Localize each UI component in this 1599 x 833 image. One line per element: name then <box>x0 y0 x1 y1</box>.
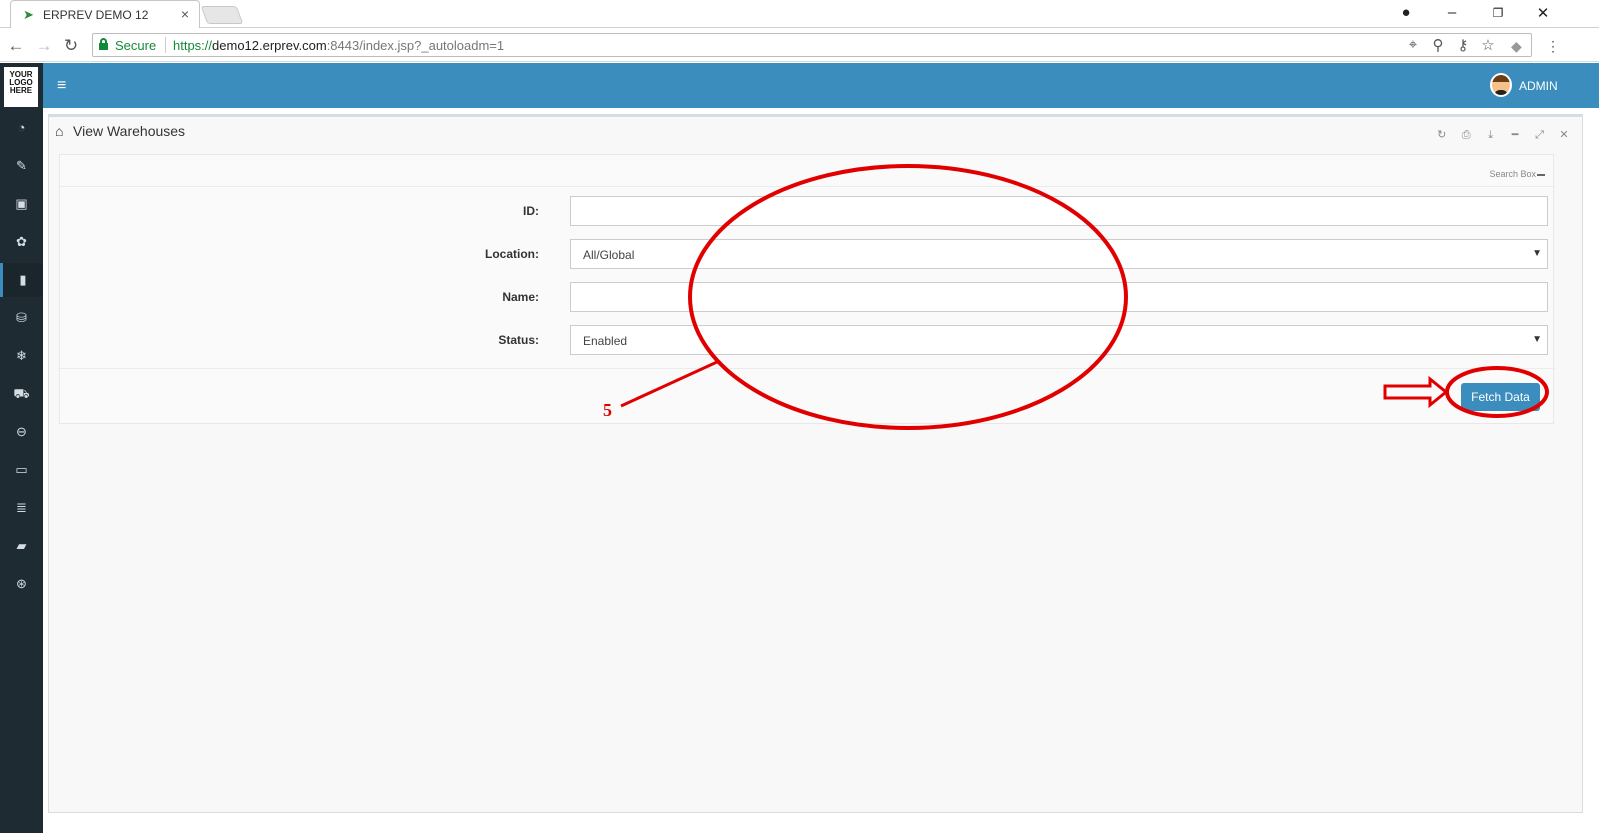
expand-icon[interactable]: ⤢ <box>1530 129 1550 142</box>
location-icon[interactable]: ⌖ <box>1404 36 1422 53</box>
app-header: ≡ ADMIN <box>43 63 1599 108</box>
location-select[interactable]: All/Global ▼ <box>570 239 1548 269</box>
download-icon[interactable]: ⤓ <box>1481 129 1501 142</box>
fetch-data-button[interactable]: Fetch Data <box>1461 383 1540 411</box>
sidebar-item-pos[interactable]: ▭ <box>0 453 43 487</box>
sidebar-item-reports[interactable]: ▰ <box>0 529 43 563</box>
menu-dots-icon[interactable]: ⋮ <box>1546 38 1560 55</box>
cubes-icon: ✿ <box>16 234 27 249</box>
bookmark-star-icon[interactable]: ☆ <box>1479 36 1497 54</box>
minimize-window-icon[interactable]: – <box>1442 4 1462 21</box>
extension-icon[interactable]: ◆ <box>1511 38 1522 55</box>
document-icon: ▮ <box>19 272 27 287</box>
name-label: Name: <box>502 290 539 304</box>
app-sidebar: YOUR LOGO HERE ◔ ✎ ▣ ✿ ▮ ⛁ ❄ ⛟ ⊖ ▭ ≣ ▰ ⊛ <box>0 63 43 833</box>
avatar[interactable] <box>1490 73 1512 97</box>
book-icon: ▰ <box>16 538 27 553</box>
chevron-down-icon: ▼ <box>1532 248 1542 259</box>
circle-icon: ⊖ <box>16 424 27 439</box>
address-divider <box>165 37 166 53</box>
key-icon[interactable]: ⚷ <box>1454 36 1472 54</box>
status-select[interactable]: Enabled ▼ <box>570 325 1548 355</box>
minimize-icon[interactable]: ━ <box>1505 128 1525 141</box>
cart-icon: ⛟ <box>13 386 30 401</box>
divider <box>60 368 1555 369</box>
company-logo[interactable]: YOUR LOGO HERE <box>4 67 38 107</box>
divider <box>60 186 1555 187</box>
location-value: All/Global <box>583 248 635 262</box>
tab-close-icon[interactable]: × <box>181 6 189 22</box>
page-title-text: View Warehouses <box>73 123 186 139</box>
address-bar[interactable]: Secure https://demo12.erprev.com:8443/in… <box>92 33 1532 57</box>
sidebar-item-finance[interactable]: ▣ <box>0 187 43 221</box>
page-title: ⌂ View Warehouses <box>55 123 185 139</box>
sidebar-item-products[interactable]: ✎ <box>0 149 43 183</box>
browser-tab-bar: ➤ ERPREV DEMO 12 × ● – ❐ ✕ <box>0 0 1599 28</box>
close-window-icon[interactable]: ✕ <box>1533 4 1553 22</box>
print-icon[interactable]: ⎙ <box>1456 129 1476 142</box>
home-icon[interactable]: ⌂ <box>55 123 70 139</box>
secure-label: Secure <box>115 38 157 53</box>
collapse-icon[interactable] <box>1537 173 1545 176</box>
location-label: Location: <box>485 247 539 261</box>
close-icon[interactable]: ✕ <box>1554 128 1574 141</box>
new-tab-button[interactable] <box>200 6 244 24</box>
menu-toggle-icon[interactable]: ≡ <box>57 77 66 95</box>
warehouses-panel: ⌂ View Warehouses ↻ ⎙ ⤓ ━ ⤢ ✕ Search Box … <box>48 114 1583 813</box>
sidebar-item-warehouses[interactable]: ▮ <box>0 263 43 297</box>
sidebar-item-waste[interactable]: ⛁ <box>0 301 43 335</box>
monitor-icon: ▭ <box>15 462 28 477</box>
sidebar-item-settings[interactable]: ❄ <box>0 339 43 373</box>
tag-icon: ✎ <box>16 158 27 173</box>
refresh-icon[interactable]: ↻ <box>1432 128 1452 141</box>
reload-icon[interactable]: ↻ <box>61 36 81 56</box>
search-box-header[interactable]: Search Box <box>1489 169 1545 179</box>
back-icon[interactable]: ← <box>6 36 26 56</box>
name-field[interactable] <box>570 282 1548 312</box>
search-box-label: Search Box <box>1489 169 1536 179</box>
url-path: :8443/index.jsp?_autoloadm=1 <box>326 38 505 53</box>
profile-icon[interactable]: ● <box>1396 4 1416 21</box>
annotation-step-number: 5 <box>603 400 612 420</box>
url-scheme: https:// <box>173 38 213 53</box>
id-label: ID: <box>523 204 539 218</box>
database-icon: ≣ <box>16 500 27 515</box>
panel-toolbar: ↻ ⎙ ⤓ ━ ⤢ ✕ <box>1432 125 1574 143</box>
search-box: Search Box ID: Location: All/Global ▼ Na… <box>59 154 1555 424</box>
zoom-icon[interactable]: ⚲ <box>1429 36 1447 54</box>
chevron-down-icon: ▼ <box>1532 334 1542 345</box>
erprev-favicon-icon: ➤ <box>23 7 34 22</box>
tab-title: ERPREV DEMO 12 <box>43 8 149 22</box>
money-icon: ▣ <box>15 196 28 211</box>
status-label: Status: <box>498 333 539 347</box>
lock-icon <box>99 38 108 50</box>
url-text[interactable]: https://demo12.erprev.com:8443/index.jsp… <box>173 38 504 53</box>
user-name[interactable]: ADMIN <box>1519 79 1558 93</box>
sidebar-item-inventory[interactable]: ✿ <box>0 225 43 259</box>
id-field[interactable] <box>570 196 1548 226</box>
url-host: demo12.erprev.com <box>212 38 327 53</box>
sidebar-item-data[interactable]: ≣ <box>0 491 43 525</box>
status-value: Enabled <box>583 334 628 348</box>
main-content: ⌂ View Warehouses ↻ ⎙ ⤓ ━ ⤢ ✕ Search Box … <box>43 108 1599 833</box>
browser-tab[interactable]: ➤ ERPREV DEMO 12 × <box>10 0 200 28</box>
logo-line-3: HERE <box>9 86 33 95</box>
sidebar-item-sales[interactable]: ⛟ <box>0 377 43 411</box>
browser-toolbar: ← → ↻ Secure https://demo12.erprev.com:8… <box>0 29 1599 62</box>
lifebuoy-icon: ⊛ <box>16 576 27 591</box>
sidebar-item-dashboard[interactable]: ◔ <box>0 111 43 145</box>
sidebar-item-support[interactable]: ⊛ <box>0 567 43 601</box>
snowflake-icon: ❄ <box>16 348 27 363</box>
restore-window-icon[interactable]: ❐ <box>1488 6 1508 20</box>
forward-icon[interactable]: → <box>34 36 54 56</box>
sidebar-item-accounts[interactable]: ⊖ <box>0 415 43 449</box>
trash-icon: ⛁ <box>16 310 27 325</box>
dashboard-icon: ◔ <box>17 120 26 135</box>
